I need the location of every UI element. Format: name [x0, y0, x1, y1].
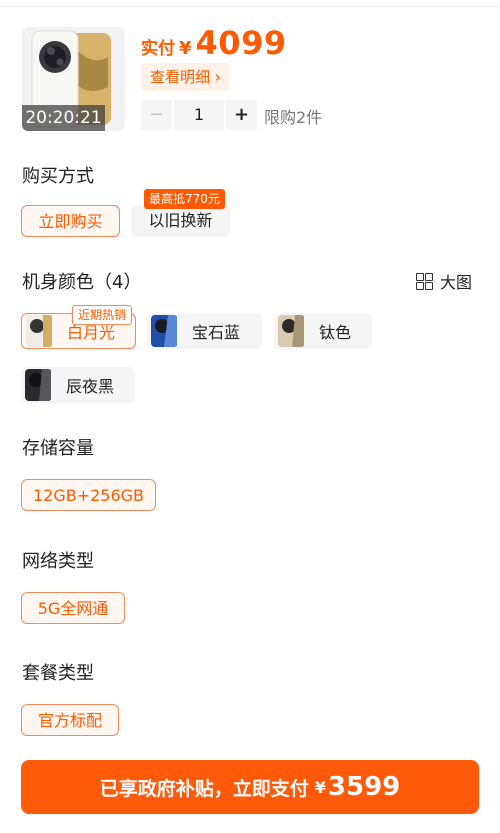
price-value: 4099: [195, 24, 287, 62]
section-title-network: 网络类型: [22, 551, 94, 572]
color-swatch-black: [24, 369, 52, 401]
quantity-stepper: − 1 +: [141, 100, 257, 130]
price-label: 实付: [141, 39, 175, 59]
option-buy-now[interactable]: 立即购买: [21, 205, 120, 237]
view-details-button[interactable]: 查看明细 ›: [141, 63, 230, 91]
purchase-limit: 限购2件: [264, 108, 323, 127]
color-swatch-blue: [150, 315, 178, 347]
color-option-blue[interactable]: 宝石蓝: [147, 313, 262, 349]
color-option-titanium[interactable]: 钛色: [274, 313, 372, 349]
trade-in-badge: 最高抵770元: [144, 189, 225, 209]
option-trade-in[interactable]: 以旧换新: [131, 205, 230, 237]
color-label-black: 辰夜黑: [66, 377, 115, 396]
option-storage-12-256[interactable]: 12GB+256GB: [21, 479, 156, 511]
color-label-blue: 宝石蓝: [192, 323, 241, 342]
big-picture-label: 大图: [440, 273, 473, 292]
pay-now-currency: ¥: [314, 777, 326, 797]
grid-icon: [416, 273, 433, 290]
color-swatch-white: [25, 315, 53, 347]
increment-button[interactable]: +: [226, 100, 257, 130]
pay-now-price: 3599: [327, 772, 401, 802]
hot-sale-badge: 近期热销: [72, 305, 133, 325]
color-option-black[interactable]: 辰夜黑: [21, 367, 135, 403]
pay-now-button[interactable]: 已享政府补贴，立即支付 ¥ 3599: [21, 760, 479, 814]
section-title-package: 套餐类型: [22, 663, 94, 684]
section-title-color: 机身颜色（4）: [22, 272, 142, 293]
big-picture-toggle[interactable]: 大图: [416, 269, 472, 293]
section-title-purchase: 购买方式: [22, 166, 94, 187]
price-row: 实付 ¥ 4099: [141, 24, 287, 64]
option-package-standard[interactable]: 官方标配: [21, 704, 119, 736]
quantity-input[interactable]: 1: [174, 100, 224, 130]
option-network-5g[interactable]: 5G全网通: [21, 592, 125, 624]
chevron-right-icon: ›: [214, 68, 221, 86]
color-swatch-titanium: [277, 315, 305, 347]
view-details-label: 查看明细: [150, 68, 211, 86]
section-title-storage: 存储容量: [22, 438, 94, 459]
countdown-timer: 20:20:21: [22, 105, 105, 131]
pay-now-label: 已享政府补贴，立即支付: [99, 777, 309, 800]
price-currency: ¥: [179, 38, 192, 59]
color-label-titanium: 钛色: [319, 323, 352, 342]
top-divider: [0, 0, 500, 7]
decrement-button[interactable]: −: [141, 100, 172, 130]
